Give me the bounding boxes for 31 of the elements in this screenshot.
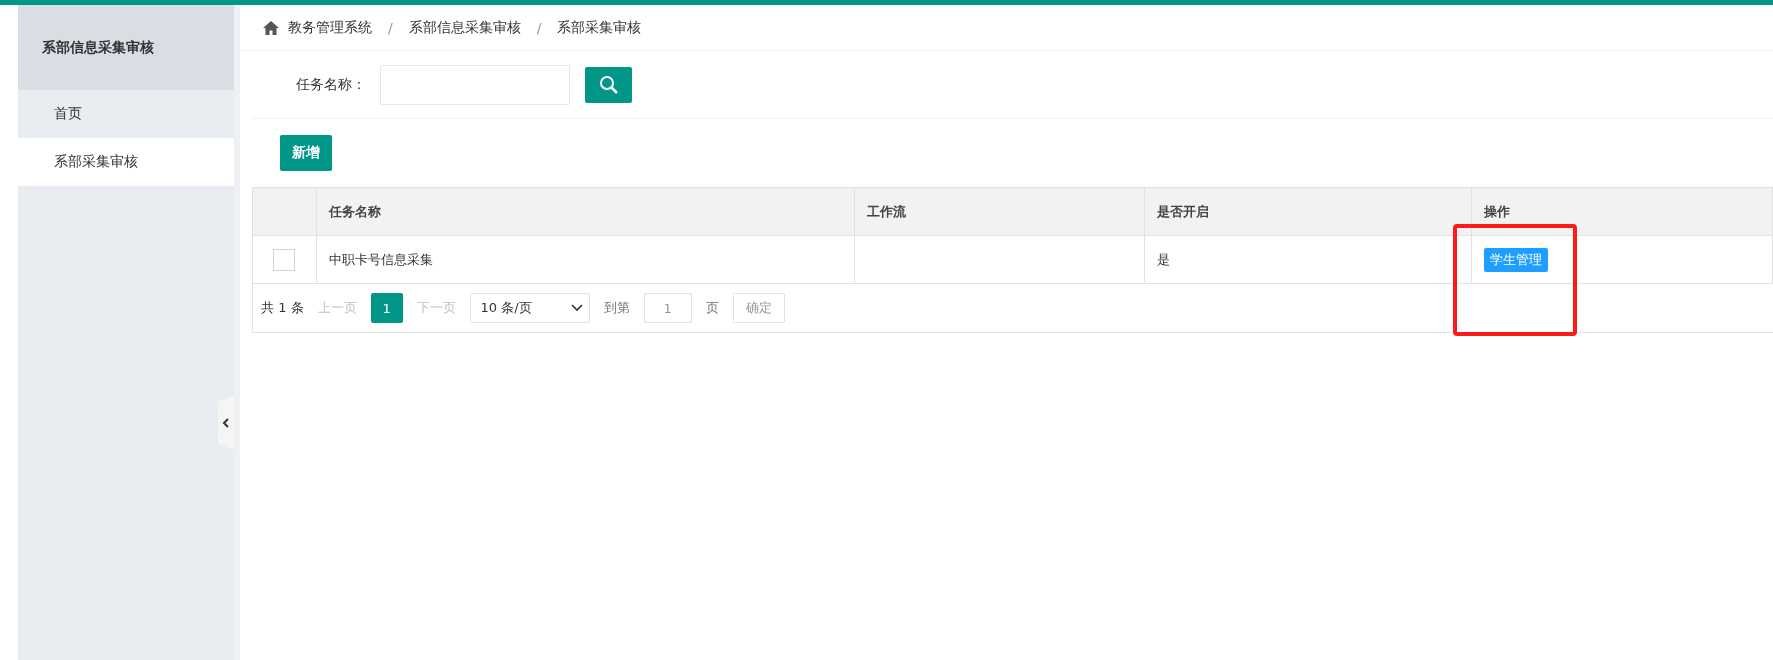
row-checkbox[interactable] — [273, 248, 296, 271]
column-header: 操作 — [1471, 188, 1773, 236]
table-cell: 是 — [1144, 235, 1471, 284]
search-field[interactable] — [380, 64, 570, 105]
breadcrumb-link[interactable]: 系部信息采集审核 — [408, 18, 521, 37]
breadcrumb-link[interactable]: 教务管理系统 — [288, 18, 372, 37]
page-size-select[interactable]: 10 条/页 — [469, 293, 590, 323]
breadcrumb-separator: / — [536, 19, 542, 36]
table-cell: 中职卡号信息采集 — [316, 235, 854, 284]
page-button[interactable]: 1 — [370, 293, 403, 323]
chevron-down-icon — [570, 304, 583, 312]
home-icon — [262, 19, 280, 36]
search-icon — [598, 74, 619, 95]
sidebar-title: 系部信息采集审核 — [18, 5, 234, 90]
total-count: 共 1 条 — [261, 299, 304, 317]
confirm-button[interactable]: 确定 — [732, 293, 785, 323]
collapse-handle[interactable] — [218, 395, 234, 450]
column-header: 工作流 — [854, 188, 1144, 236]
search-button[interactable] — [585, 66, 632, 103]
student-management-button[interactable]: 学生管理 — [1483, 247, 1548, 272]
column-header: 是否开启 — [1144, 188, 1471, 236]
sidebar-item[interactable]: 系部采集审核 — [18, 138, 234, 186]
column-header: 任务名称 — [316, 188, 854, 236]
page-unit-label: 页 — [705, 299, 719, 317]
field-label: 任务名称： — [296, 75, 367, 94]
chevron-left-icon — [222, 417, 230, 428]
page-number-field[interactable]: 1 — [643, 293, 692, 323]
goto-label: 到第 — [603, 299, 630, 317]
breadcrumb-link[interactable]: 系部采集审核 — [557, 18, 642, 37]
add-button[interactable]: 新增 — [280, 135, 332, 171]
breadcrumb-separator: / — [388, 19, 393, 36]
